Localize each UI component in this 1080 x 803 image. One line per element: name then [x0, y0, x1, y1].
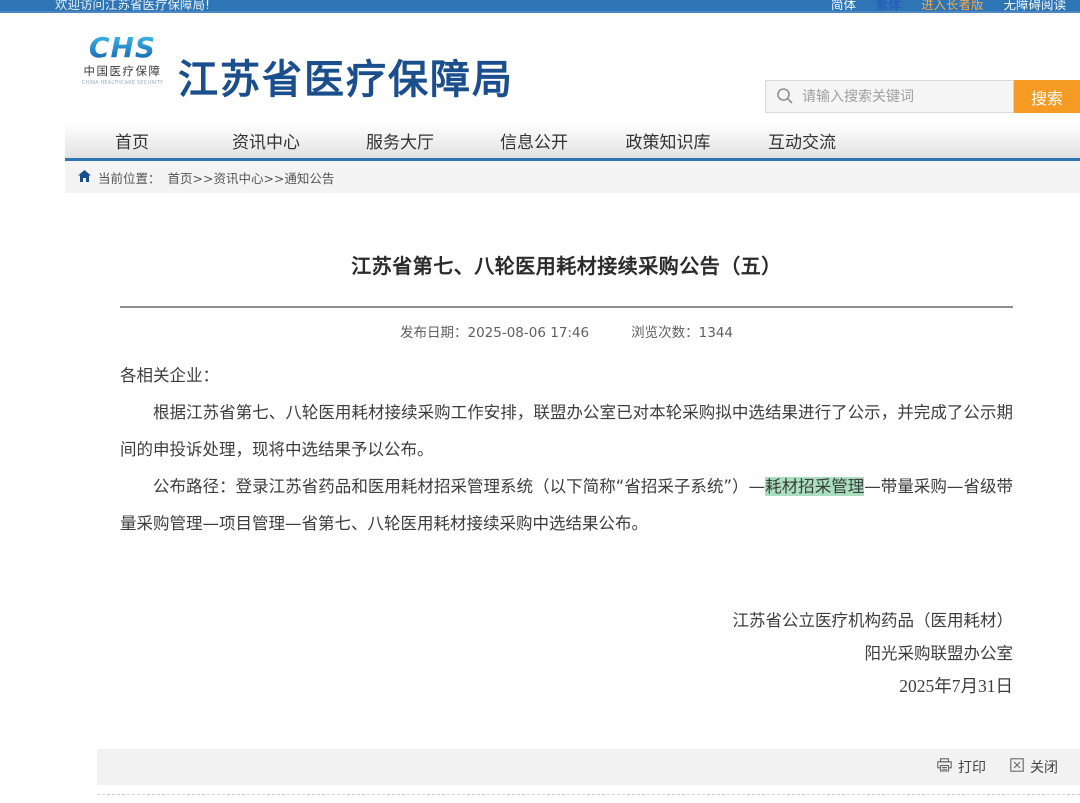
paragraph-1: 根据江苏省第七、八轮医用耗材接续采购工作安排，联盟办公室已对本轮采购拟中选结果进… [120, 403, 1013, 459]
search-button[interactable]: 搜索 [1014, 80, 1080, 113]
welcome-text: 欢迎访问江苏省医疗保障局! [55, 0, 211, 12]
salutation: 各相关企业： [120, 366, 219, 385]
search-icon [776, 87, 794, 109]
paragraph-2-before: 公布路径：登录江苏省药品和医用耗材招采管理系统（以下简称“省招采子系统”）— [153, 477, 766, 496]
print-label: 打印 [958, 760, 986, 776]
lang-traditional-link[interactable]: 繁体 [876, 0, 901, 11]
chs-logo-cn-text: 中国医疗保障 [83, 64, 162, 78]
signature-date: 2025年7月31日 [899, 676, 1013, 696]
article-meta: 发布日期：2025-08-06 17:46 浏览次数：1344 [120, 321, 1013, 341]
nav-item-service-hall[interactable]: 服务大厅 [333, 125, 467, 158]
chs-logo-en-text: CHINA HEALTHCARE SECURITY [81, 80, 164, 86]
signature-block: 江苏省公立医疗机构药品（医用耗材） 阳光采购联盟办公室 2025年7月31日 [120, 604, 1014, 703]
topbar-links: 简体 繁体 进入长者版 无障碍阅读 [831, 0, 1066, 11]
paragraph-2: 公布路径：登录江苏省药品和医用耗材招采管理系统（以下简称“省招采子系统”）—耗材… [120, 468, 1013, 542]
article-title: 江苏省第七、八轮医用耗材接续采购公告（五） [351, 254, 782, 278]
chs-logo-acronym: CHS [75, 34, 170, 62]
search-input[interactable] [765, 80, 1014, 113]
views-label: 浏览次数： [631, 325, 699, 341]
topbar: 欢迎访问江苏省医疗保障局! 简体 繁体 进入长者版 无障碍阅读 [0, 0, 1080, 13]
chs-logo[interactable]: CHS 中国医疗保障 CHINA HEALTHCARE SECURITY [75, 34, 170, 87]
nav-item-policy-knowledge[interactable]: 政策知识库 [601, 125, 735, 158]
nav-item-news-center[interactable]: 资讯中心 [199, 125, 333, 158]
elder-version-link[interactable]: 进入长者版 [921, 0, 984, 11]
publish-date-value: 2025-08-06 17:46 [467, 325, 590, 341]
nav-item-home[interactable]: 首页 [65, 125, 199, 158]
site-header: CHS 中国医疗保障 CHINA HEALTHCARE SECURITY 江苏省… [0, 13, 1080, 125]
search-bar: 搜索 [765, 80, 1080, 113]
breadcrumb-prefix: 当前位置： [98, 170, 161, 186]
print-button[interactable]: 打印 [937, 757, 986, 777]
home-icon [78, 169, 91, 185]
nav-item-info-disclosure[interactable]: 信息公开 [467, 125, 601, 158]
title-divider [120, 306, 1013, 308]
nav-item-interaction[interactable]: 互动交流 [735, 125, 869, 158]
close-label: 关闭 [1030, 760, 1058, 776]
article-body: 各相关企业： 根据江苏省第七、八轮医用耗材接续采购工作安排，联盟办公室已对本轮采… [120, 357, 1013, 542]
close-icon [1010, 758, 1024, 776]
lang-simplified-link[interactable]: 简体 [831, 0, 856, 11]
signature-line-1: 江苏省公立医疗机构药品（医用耗材） [732, 611, 1014, 630]
tools-bar: 打印 关闭 [97, 749, 1080, 785]
main-nav: 首页 资讯中心 服务大厅 信息公开 政策知识库 互动交流 [65, 125, 1080, 161]
print-icon [937, 758, 952, 776]
close-button[interactable]: 关闭 [1010, 757, 1058, 777]
accessibility-link[interactable]: 无障碍阅读 [1003, 0, 1066, 11]
site-title: 江苏省医疗保障局 [178, 57, 514, 103]
search-box [765, 80, 1014, 113]
breadcrumb: 当前位置： 首页>>资讯中心>>通知公告 [65, 161, 1080, 193]
publish-date-label: 发布日期： [399, 325, 468, 341]
signature-line-2: 阳光采购联盟办公室 [864, 644, 1014, 663]
bottom-divider [97, 794, 1080, 795]
article: 江苏省第七、八轮医用耗材接续采购公告（五） 发布日期：2025-08-06 17… [65, 250, 1080, 703]
breadcrumb-path[interactable]: 首页>>资讯中心>>通知公告 [168, 168, 335, 187]
views-value: 1344 [698, 325, 733, 341]
highlighted-term: 耗材招采管理 [765, 477, 865, 496]
